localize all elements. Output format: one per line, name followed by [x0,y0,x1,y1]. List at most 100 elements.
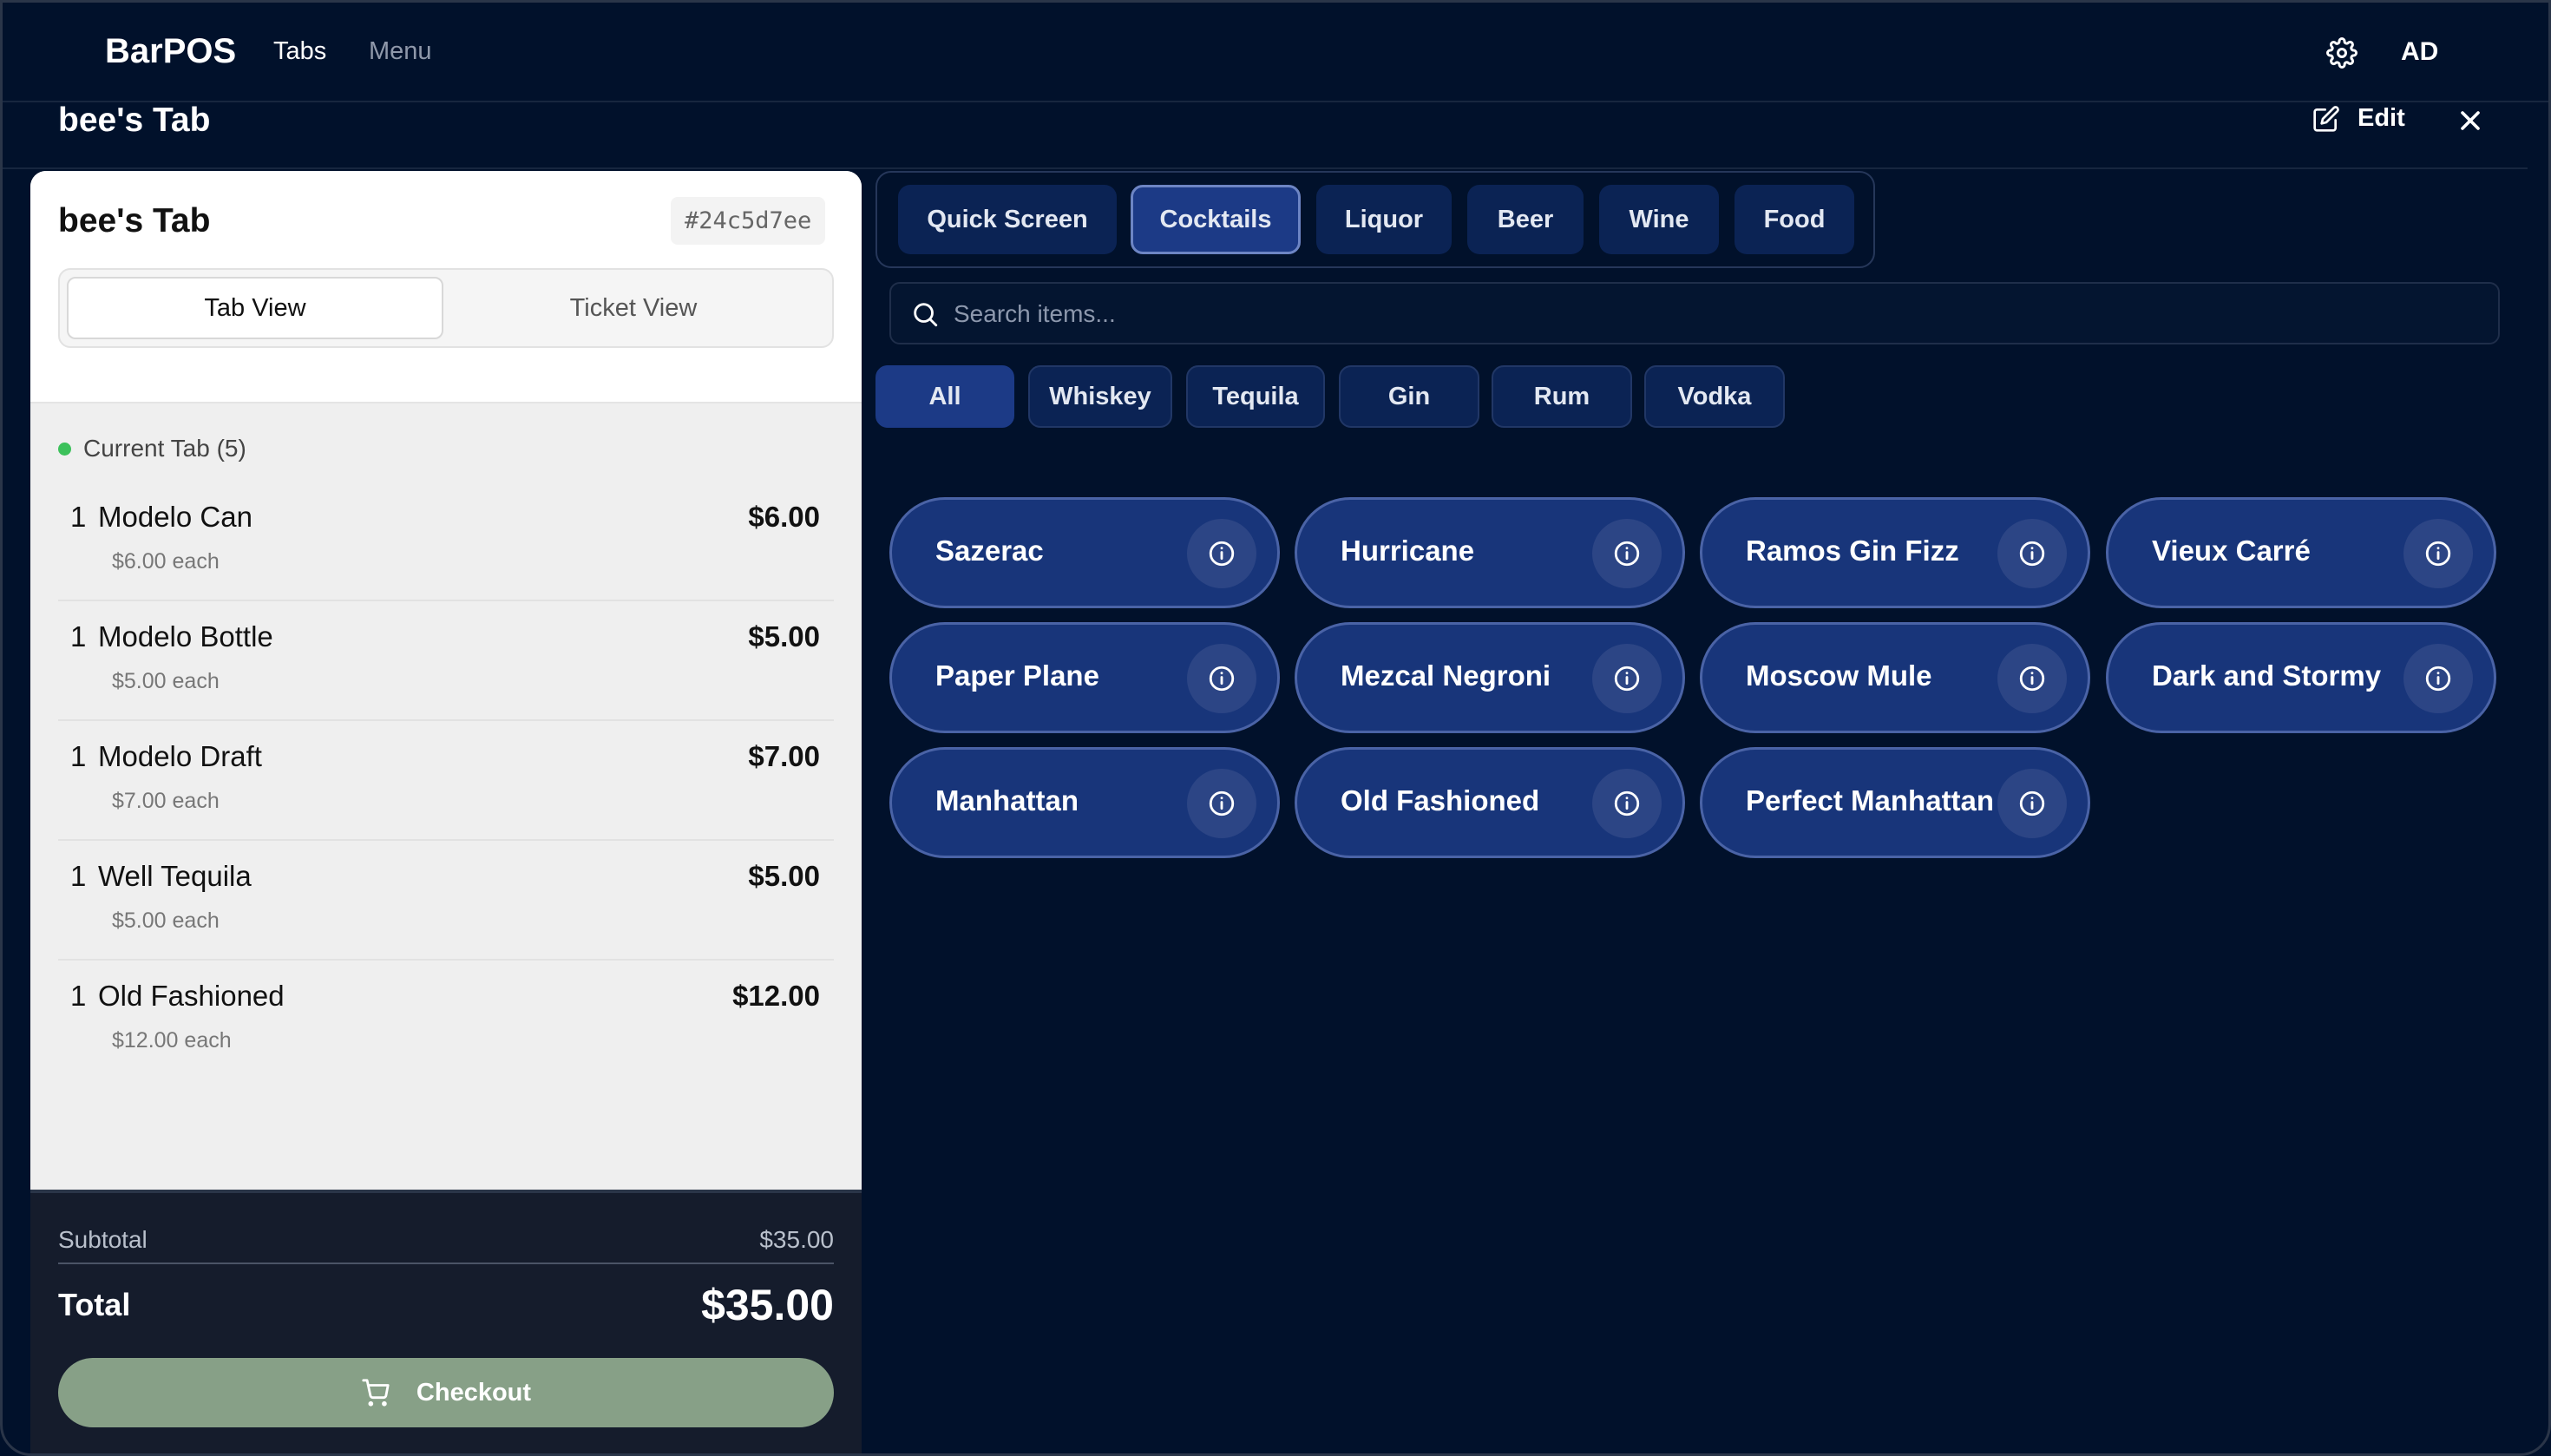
edit-label: Edit [2358,104,2405,132]
line-item-price: $7.00 [748,740,820,772]
totals-footer: Subtotal $35.00 Total $35.00 Checkout [30,1190,862,1453]
line-item-qty: 1 [70,501,87,533]
subcategory-rum[interactable]: Rum [1492,365,1632,428]
menu-item-button[interactable]: Sazerac [889,497,1280,608]
menu-item-name: Manhattan [935,784,1079,817]
ticket-view-button[interactable]: Ticket View [445,277,822,339]
header-divider [3,167,2528,169]
menu-item-button[interactable]: Dark and Stormy [2106,622,2496,733]
line-item-price: $5.00 [748,860,820,892]
line-item-qty: 1 [70,740,87,772]
menu-item-button[interactable]: Hurricane [1295,497,1685,608]
edit-icon [2313,105,2339,132]
current-tab-text: Current Tab (5) [83,435,246,462]
line-item-name: Modelo Draft [98,740,262,772]
line-item[interactable]: 1 Modelo Bottle $5.00 $5.00 each [58,601,834,721]
category-tab-quick-screen[interactable]: Quick Screen [898,185,1117,254]
menu-item-button[interactable]: Old Fashioned [1295,747,1685,858]
menu-item-name: Vieux Carré [2152,535,2311,567]
tab-panel-header: bee's Tab #24c5d7ee Tab View Ticket View [30,171,862,403]
line-item[interactable]: 1 Well Tequila $5.00 $5.00 each [58,841,834,961]
line-item-price: $6.00 [748,501,820,533]
menu-item-button[interactable]: Moscow Mule [1700,622,2090,733]
total-label: Total [58,1287,131,1322]
checkout-button[interactable]: Checkout [58,1358,834,1427]
category-tabs: Quick Screen Cocktails Liquor Beer Wine … [875,171,1875,268]
edit-button[interactable]: Edit [2312,104,2405,133]
info-icon [1209,541,1235,567]
search-input[interactable] [954,294,2481,334]
menu-item-name: Hurricane [1341,535,1475,567]
tab-view-button[interactable]: Tab View [67,277,443,339]
info-icon [2425,666,2451,692]
info-button[interactable] [1997,769,2067,838]
line-item-name: Old Fashioned [98,980,285,1012]
line-item-each: $5.00 each [112,669,220,693]
checkout-label: Checkout [416,1378,532,1407]
line-item-each: $6.00 each [112,549,220,574]
line-item-qty: 1 [70,620,87,653]
line-item-each: $7.00 each [112,789,220,813]
gear-icon[interactable] [2326,37,2358,69]
nav-menu-link[interactable]: Menu [369,37,432,66]
search-icon [914,303,938,327]
info-button[interactable] [1997,519,2067,588]
info-button[interactable] [1997,644,2067,713]
info-icon [2425,541,2451,567]
line-item-name: Modelo Can [98,501,252,533]
user-avatar[interactable]: AD [2401,37,2438,67]
subcategory-whiskey[interactable]: Whiskey [1028,365,1172,428]
category-tab-food[interactable]: Food [1735,185,1854,254]
close-icon[interactable] [2455,105,2486,136]
search-bar [889,282,2500,344]
menu-item-name: Mezcal Negroni [1341,659,1551,692]
line-item-each: $12.00 each [112,1028,232,1053]
category-tab-beer[interactable]: Beer [1467,185,1584,254]
info-icon [1614,541,1640,567]
category-tab-wine[interactable]: Wine [1599,185,1719,254]
line-item[interactable]: 1 Modelo Draft $7.00 $7.00 each [58,721,834,841]
subcategory-all[interactable]: All [875,365,1014,428]
current-tab-label: Current Tab (5) [58,435,246,462]
brand-logo[interactable]: BarPOS [105,32,236,71]
menu-item-name: Old Fashioned [1341,784,1540,817]
menu-item-button[interactable]: Mezcal Negroni [1295,622,1685,733]
menu-item-button[interactable]: Perfect Manhattan [1700,747,2090,858]
line-item[interactable]: 1 Modelo Can $6.00 $6.00 each [58,482,834,601]
line-item[interactable]: 1 Old Fashioned $12.00 $12.00 each [58,961,834,1080]
total-value: $35.00 [701,1281,834,1329]
tab-panel: bee's Tab #24c5d7ee Tab View Ticket View… [30,171,862,1453]
menu-item-name: Ramos Gin Fizz [1746,535,1959,567]
menu-item-button[interactable]: Vieux Carré [2106,497,2496,608]
menu-item-button[interactable]: Ramos Gin Fizz [1700,497,2090,608]
line-item-name: Well Tequila [98,860,252,892]
menu-item-name: Sazerac [935,535,1044,567]
top-nav: BarPOS Tabs Menu AD [3,3,2548,102]
line-item-qty: 1 [70,860,87,892]
info-button[interactable] [1187,519,1256,588]
subcategory-gin[interactable]: Gin [1339,365,1479,428]
menu-item-button[interactable]: Paper Plane [889,622,1280,733]
line-item-each: $5.00 each [112,908,220,933]
menu-item-name: Dark and Stormy [2152,659,2382,692]
category-tab-liquor[interactable]: Liquor [1316,185,1452,254]
tab-panel-title: bee's Tab [58,202,211,239]
info-icon [2019,790,2045,817]
menu-item-name: Moscow Mule [1746,659,1932,692]
info-button[interactable] [2403,519,2473,588]
subcategory-tequila[interactable]: Tequila [1186,365,1325,428]
menu-item-button[interactable]: Manhattan [889,747,1280,858]
info-button[interactable] [1187,644,1256,713]
subcategory-vodka[interactable]: Vodka [1644,365,1785,428]
info-button[interactable] [1187,769,1256,838]
info-button[interactable] [1592,769,1662,838]
menu-item-name: Paper Plane [935,659,1099,692]
category-tab-cocktails[interactable]: Cocktails [1131,185,1301,254]
menu-item-name: Perfect Manhattan [1746,784,1995,817]
info-button[interactable] [1592,644,1662,713]
info-button[interactable] [1592,519,1662,588]
line-item-price: $5.00 [748,620,820,653]
info-button[interactable] [2403,644,2473,713]
nav-tabs-link[interactable]: Tabs [273,37,326,66]
line-item-price: $12.00 [732,980,820,1012]
